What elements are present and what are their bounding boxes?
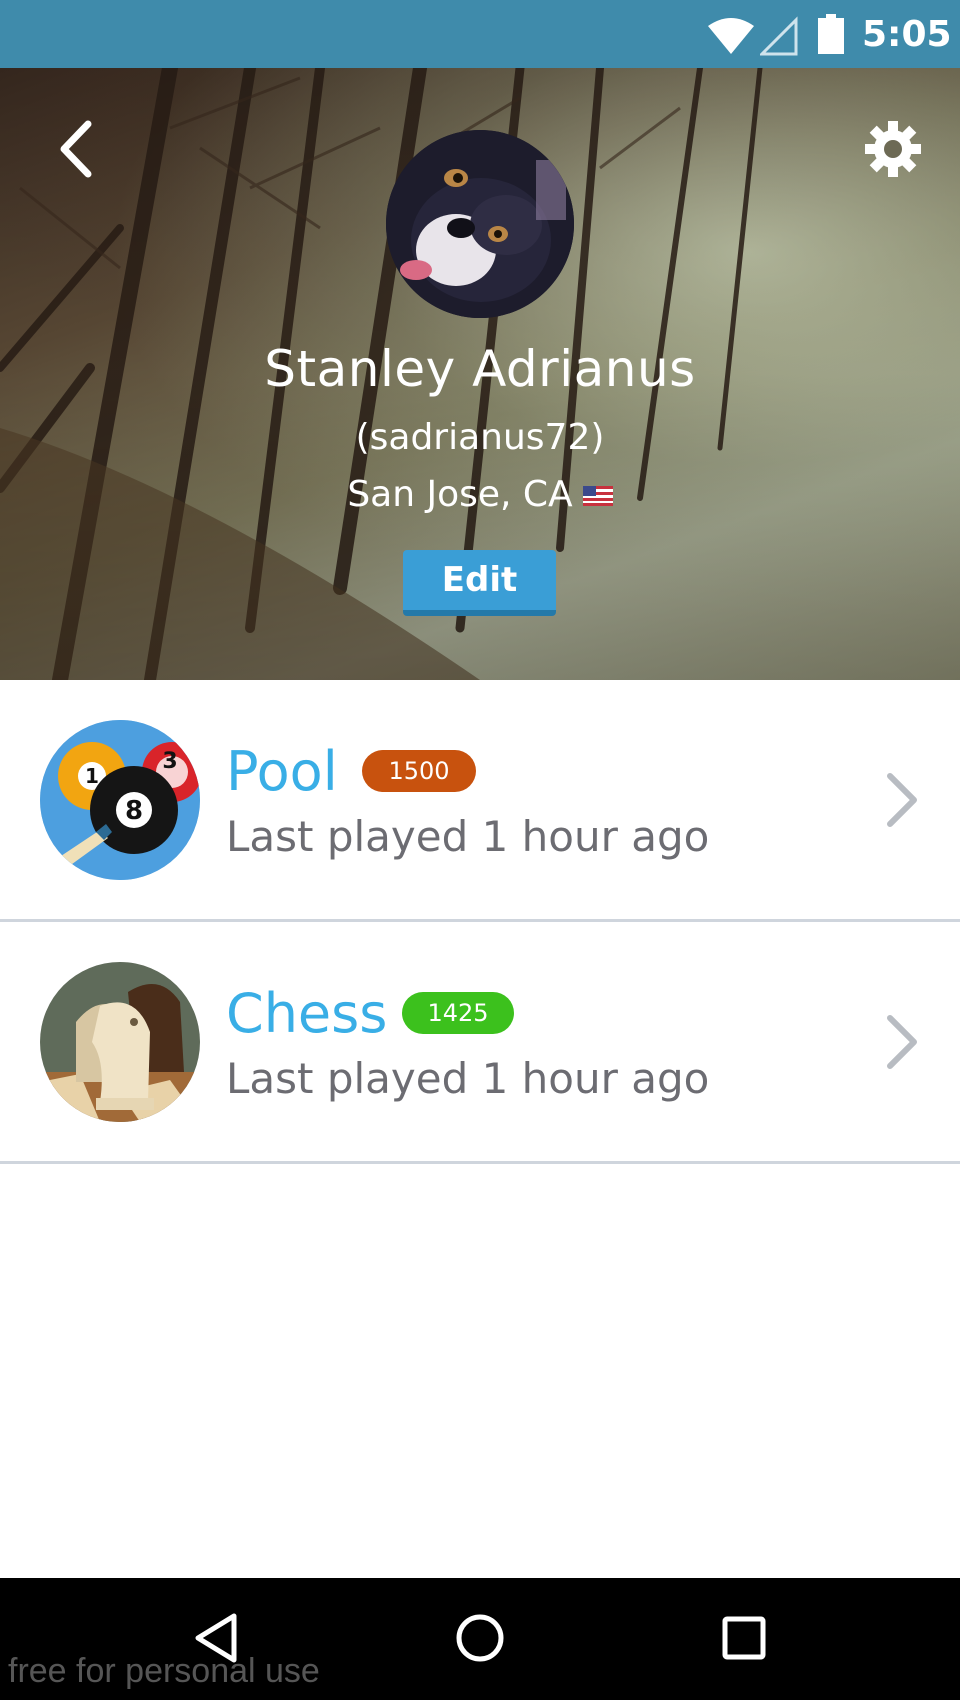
profile-header: Stanley Adrianus (sadrianus72) San Jose,… (0, 68, 960, 680)
wifi-icon (708, 18, 754, 54)
game-list: 1 3 8 Pool 1500 Last played 1 hour ago C… (0, 680, 960, 1164)
profile-username: (sadrianus72) (355, 417, 605, 458)
status-time: 5:05 (862, 14, 952, 55)
chevron-right-icon (887, 773, 917, 827)
svg-text:3: 3 (162, 749, 177, 774)
game-row-chess[interactable]: Chess 1425 Last played 1 hour ago (0, 922, 960, 1164)
status-bar: 5:05 (0, 0, 960, 68)
svg-text:8: 8 (125, 796, 143, 826)
game-title: Chess (226, 982, 388, 1045)
game-title: Pool (226, 740, 338, 803)
game-row-pool[interactable]: 1 3 8 Pool 1500 Last played 1 hour ago (0, 680, 960, 922)
back-icon[interactable] (50, 116, 104, 182)
last-played: Last played 1 hour ago (226, 812, 710, 861)
rating-badge: 1500 (362, 750, 476, 792)
watermark: free for personal use (8, 1652, 320, 1690)
nav-recents-icon[interactable] (714, 1608, 774, 1668)
profile-location: San Jose, CA (347, 474, 573, 515)
svg-text:1: 1 (85, 764, 99, 788)
chess-icon (40, 962, 200, 1122)
avatar[interactable] (386, 130, 574, 318)
nav-home-icon[interactable] (450, 1608, 510, 1668)
us-flag-icon (582, 486, 613, 506)
last-played: Last played 1 hour ago (226, 1054, 710, 1103)
profile-name: Stanley Adrianus (264, 340, 696, 398)
edit-button[interactable]: Edit (403, 550, 556, 616)
rating-badge: 1425 (402, 992, 514, 1034)
cellular-icon (760, 16, 798, 56)
gear-icon[interactable] (862, 118, 924, 180)
profile-location-row: San Jose, CA (0, 474, 960, 515)
chevron-right-icon (887, 1015, 917, 1069)
battery-icon (818, 14, 844, 54)
dog-photo (386, 130, 574, 318)
pool-icon: 1 3 8 (40, 720, 200, 880)
